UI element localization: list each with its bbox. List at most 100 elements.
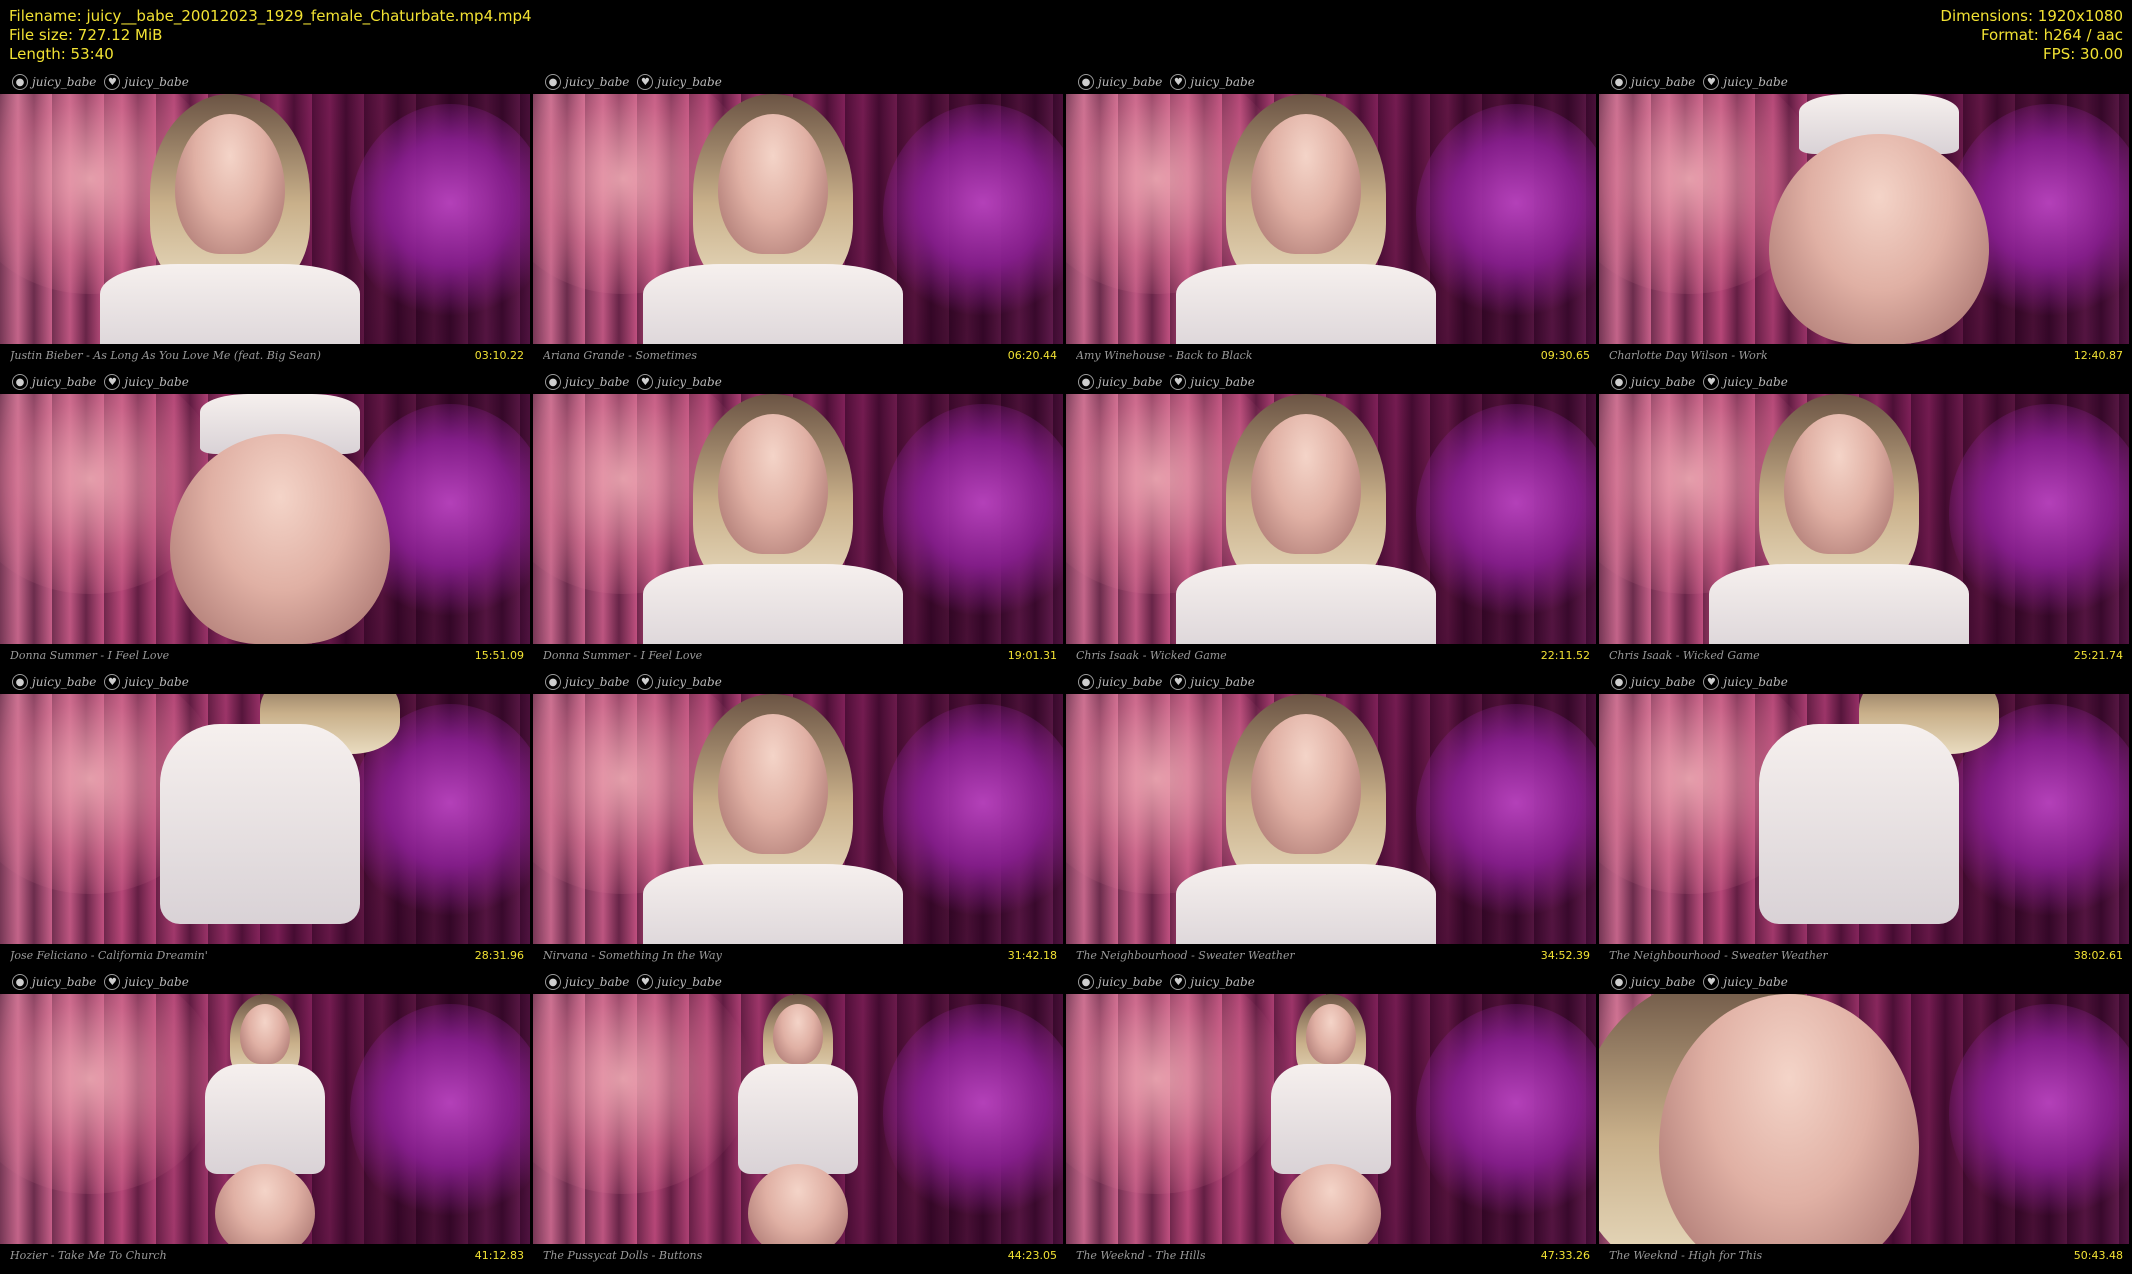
- watermark-handle: juicy_babe: [1098, 675, 1163, 689]
- timestamp: 50:43.48: [2073, 1249, 2123, 1262]
- watermark-handle: juicy_babe: [1190, 75, 1255, 89]
- thumbnail-tile[interactable]: ● juicy_babe ♥ juicy_babe Chris Isaak - Wick…: [1599, 368, 2129, 668]
- thumbnail-caption: Justin Bieber - As Long As You Love Me (…: [0, 344, 530, 368]
- twitter-bird-icon: ●: [12, 674, 28, 690]
- watermark-twitter: ● juicy_babe: [1078, 674, 1162, 690]
- watermark-handle: juicy_babe: [32, 75, 97, 89]
- thumbnail-tile[interactable]: ● juicy_babe ♥ juicy_babe The Weeknd - High …: [1599, 968, 2129, 1268]
- watermark-handle: juicy_babe: [1631, 675, 1696, 689]
- thumbnail-tile[interactable]: ● juicy_babe ♥ juicy_babe The Pussycat Dolls…: [533, 968, 1063, 1268]
- thumbnail-tile[interactable]: ● juicy_babe ♥ juicy_babe Justin Bieber - As…: [0, 68, 530, 368]
- song-title: Jose Feliciano - California Dreamin': [10, 949, 208, 962]
- timestamp: 31:42.18: [1007, 949, 1057, 962]
- watermark-handle: juicy_babe: [565, 975, 630, 989]
- video-frame: [0, 94, 530, 344]
- twitter-bird-icon: ●: [12, 974, 28, 990]
- top-shape: [738, 1064, 858, 1174]
- face-shape: [1306, 1004, 1356, 1064]
- thumbnail-tile[interactable]: ● juicy_babe ♥ juicy_babe The Weeknd - The H…: [1066, 968, 1596, 1268]
- dimensions-line: Dimensions: 1920x1080: [1940, 7, 2123, 25]
- song-title: Donna Summer - I Feel Love: [543, 649, 703, 662]
- video-frame: [1066, 694, 1596, 944]
- watermark-handle: juicy_babe: [1190, 375, 1255, 389]
- song-title: Hozier - Take Me To Church: [10, 1249, 167, 1262]
- twitter-bird-icon: ●: [1611, 74, 1627, 90]
- top-shape: [1176, 264, 1436, 344]
- heart-lock-icon: ♥: [1703, 974, 1720, 990]
- thumbnail-caption: The Weeknd - High for This 50:43.48: [1599, 1244, 2129, 1268]
- thumbnail-tile[interactable]: ● juicy_babe ♥ juicy_babe Nirvana - Somethin…: [533, 668, 1063, 968]
- watermark-twitter: ● juicy_babe: [545, 74, 629, 90]
- watermark-twitter: ● juicy_babe: [545, 674, 629, 690]
- heart-lock-icon: ♥: [1170, 974, 1187, 990]
- face-shape: [240, 1004, 290, 1064]
- twitter-bird-icon: ●: [1611, 974, 1627, 990]
- watermark: ● juicy_babe ♥ juicy_babe: [1611, 672, 1788, 692]
- top-shape: [643, 264, 903, 344]
- thumbnail-tile[interactable]: ● juicy_babe ♥ juicy_babe Charlotte Day Wils…: [1599, 68, 2129, 368]
- video-frame: [533, 94, 1063, 344]
- filename-line: Filename: juicy__babe_20012023_1929_fema…: [9, 7, 532, 25]
- watermark-handle: juicy_babe: [1190, 975, 1255, 989]
- watermark-onlyfans: ♥ juicy_babe: [104, 74, 189, 90]
- timestamp: 25:21.74: [2073, 649, 2123, 662]
- file-info: Filename: juicy__babe_20012023_1929_fema…: [9, 7, 532, 64]
- top-shape: [1759, 724, 1959, 924]
- thumbnail-tile[interactable]: ● juicy_babe ♥ juicy_babe The Neighbourhood …: [1066, 668, 1596, 968]
- watermark-handle: juicy_babe: [1098, 75, 1163, 89]
- top-shape: [1709, 564, 1969, 644]
- twitter-bird-icon: ●: [1611, 674, 1627, 690]
- watermark-handle: juicy_babe: [1631, 375, 1696, 389]
- watermark-handle: juicy_babe: [565, 675, 630, 689]
- watermark: ● juicy_babe ♥ juicy_babe: [1611, 72, 1788, 92]
- thumbnail-caption: Amy Winehouse - Back to Black 09:30.65: [1066, 344, 1596, 368]
- top-shape: [160, 724, 360, 924]
- timestamp: 34:52.39: [1540, 949, 1590, 962]
- thumbnail-tile[interactable]: ● juicy_babe ♥ juicy_babe Hozier - Take Me T…: [0, 968, 530, 1268]
- watermark-handle: juicy_babe: [124, 975, 189, 989]
- video-frame: [1599, 94, 2129, 344]
- heart-lock-icon: ♥: [104, 74, 121, 90]
- thumbnail-tile[interactable]: ● juicy_babe ♥ juicy_babe Donna Summer - I F…: [533, 368, 1063, 668]
- video-frame: [1066, 394, 1596, 644]
- watermark: ● juicy_babe ♥ juicy_babe: [545, 372, 722, 392]
- watermark: ● juicy_babe ♥ juicy_babe: [1078, 672, 1255, 692]
- watermark-twitter: ● juicy_babe: [1611, 974, 1695, 990]
- watermark-handle: juicy_babe: [1723, 675, 1788, 689]
- video-frame: [533, 394, 1063, 644]
- thumbnail-caption: The Neighbourhood - Sweater Weather 38:02…: [1599, 944, 2129, 968]
- heart-lock-icon: ♥: [1703, 674, 1720, 690]
- thumbnail-tile[interactable]: ● juicy_babe ♥ juicy_babe Jose Feliciano - C…: [0, 668, 530, 968]
- watermark-onlyfans: ♥ juicy_babe: [1703, 674, 1788, 690]
- thumbnail-tile[interactable]: ● juicy_babe ♥ juicy_babe Chris Isaak - Wick…: [1066, 368, 1596, 668]
- timestamp: 03:10.22: [474, 349, 524, 362]
- watermark-onlyfans: ♥ juicy_babe: [637, 74, 722, 90]
- thumbnail-tile[interactable]: ● juicy_babe ♥ juicy_babe Ariana Grande - So…: [533, 68, 1063, 368]
- watermark-onlyfans: ♥ juicy_babe: [637, 674, 722, 690]
- thumbnail-tile[interactable]: ● juicy_babe ♥ juicy_babe The Neighbourhood …: [1599, 668, 2129, 968]
- twitter-bird-icon: ●: [1611, 374, 1627, 390]
- thumbnail-tile[interactable]: ● juicy_babe ♥ juicy_babe Amy Winehouse - Ba…: [1066, 68, 1596, 368]
- song-title: Chris Isaak - Wicked Game: [1076, 649, 1227, 662]
- watermark-twitter: ● juicy_babe: [1611, 674, 1695, 690]
- watermark-onlyfans: ♥ juicy_babe: [1170, 74, 1255, 90]
- timestamp: 28:31.96: [474, 949, 524, 962]
- heart-lock-icon: ♥: [637, 974, 654, 990]
- stream-info: Dimensions: 1920x1080 Format: h264 / aac…: [1940, 7, 2123, 64]
- watermark-twitter: ● juicy_babe: [1078, 374, 1162, 390]
- heart-lock-icon: ♥: [1170, 74, 1187, 90]
- watermark: ● juicy_babe ♥ juicy_babe: [12, 972, 189, 992]
- timestamp: 12:40.87: [2073, 349, 2123, 362]
- watermark-onlyfans: ♥ juicy_babe: [104, 374, 189, 390]
- song-title: Amy Winehouse - Back to Black: [1076, 349, 1253, 362]
- heart-lock-icon: ♥: [1170, 374, 1187, 390]
- timestamp: 06:20.44: [1007, 349, 1057, 362]
- watermark-handle: juicy_babe: [657, 75, 722, 89]
- watermark-handle: juicy_babe: [32, 675, 97, 689]
- watermark-handle: juicy_babe: [1723, 975, 1788, 989]
- watermark-onlyfans: ♥ juicy_babe: [1703, 74, 1788, 90]
- thumbnail-tile[interactable]: ● juicy_babe ♥ juicy_babe Donna Summer - I F…: [0, 368, 530, 668]
- twitter-bird-icon: ●: [1078, 674, 1094, 690]
- twitter-bird-icon: ●: [545, 974, 561, 990]
- watermark-handle: juicy_babe: [1631, 975, 1696, 989]
